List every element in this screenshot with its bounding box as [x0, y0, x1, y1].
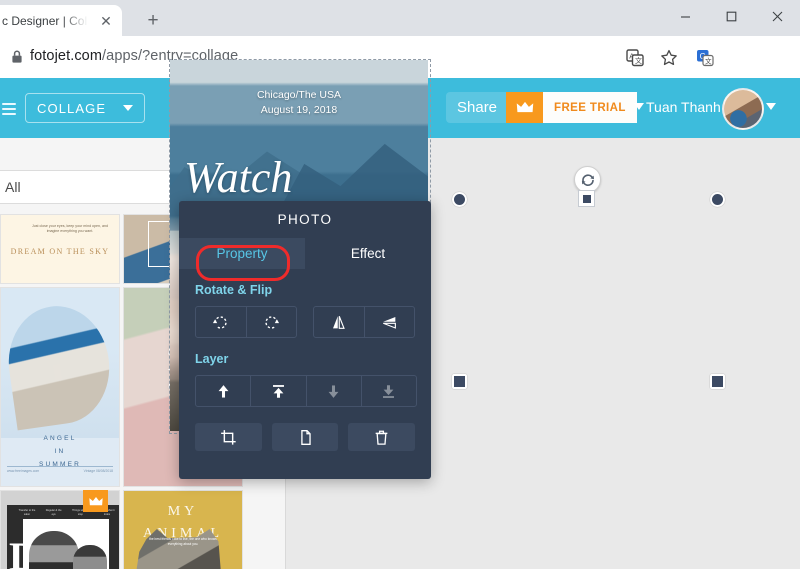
poster-script-line-1: Watch [184, 153, 293, 202]
duplicate-button[interactable] [271, 423, 339, 451]
layer-group [195, 375, 417, 407]
share-button-label: Share [457, 99, 498, 116]
rotate-icon [581, 173, 594, 186]
rotate-handle[interactable] [574, 166, 601, 193]
crop-button[interactable] [195, 423, 262, 451]
user-avatar[interactable] [722, 88, 764, 130]
template-footer-right: Vintage 08/08/2018 [83, 469, 113, 473]
send-backward-icon [328, 384, 339, 398]
template-caption: Just close your eyes, keep your mind ope… [31, 224, 109, 234]
template-card[interactable]: Just close your eyes, keep your mind ope… [0, 214, 120, 284]
resize-handle-middle-right[interactable] [710, 374, 725, 389]
avatar-chevron-down-icon[interactable] [766, 103, 776, 110]
chevron-down-icon[interactable] [634, 103, 644, 110]
template-line-2: IN [54, 448, 66, 455]
template-col-2: Regular & the eye [45, 509, 62, 517]
mode-selector-collage[interactable]: COLLAGE [25, 93, 145, 123]
poster-date: August 19, 2018 [260, 104, 338, 117]
duplicate-icon [300, 429, 311, 445]
delete-button[interactable] [348, 423, 416, 451]
tab-effect[interactable]: Effect [305, 238, 431, 269]
bring-forward-icon [218, 384, 229, 398]
template-dark-bg: Transfer to the salon Regular & the eye … [7, 505, 119, 569]
send-to-back-button[interactable] [362, 376, 416, 406]
section-label-layer: Layer [195, 352, 229, 366]
browser-tab-strip: c Designer | Collage ✕ + [0, 0, 800, 36]
chevron-down-icon [123, 105, 133, 111]
template-col-1: Transfer to the salon [18, 509, 36, 517]
rotate-right-button[interactable] [247, 307, 297, 337]
svg-text:文: 文 [705, 56, 712, 65]
template-line-1: ANGEL [43, 435, 77, 442]
flip-vertical-button[interactable] [365, 307, 415, 337]
crown-badge[interactable] [506, 92, 544, 123]
template-card[interactable]: MY ANIMAL the best friends I like to liv… [123, 490, 243, 569]
flip-horizontal-button[interactable] [314, 307, 365, 337]
free-trial-button[interactable]: FREE TRIAL [543, 92, 637, 123]
library-filter-label: All [5, 179, 21, 195]
mode-selector-label: COLLAGE [37, 100, 107, 116]
browser-tab[interactable]: c Designer | Collage ✕ [0, 5, 122, 36]
panel-title: PHOTO [277, 212, 333, 227]
rotate-group [195, 306, 297, 338]
template-line-1: MY [167, 504, 199, 519]
share-free-trial-group[interactable]: Share FREE TRIAL [446, 92, 637, 123]
resize-handle-middle-left[interactable] [452, 374, 467, 389]
window-maximize-button[interactable] [708, 0, 754, 33]
window-close-button[interactable] [754, 0, 800, 33]
poster-location-block: Chicago/The USA August 19, 2018 [170, 88, 428, 118]
rotate-right-icon [265, 315, 279, 329]
template-footer: www.freeimages.com Vintage 08/08/2018 [7, 466, 113, 477]
template-portrait-a [29, 531, 79, 569]
poster-location: Chicago/The USA [256, 89, 342, 101]
crop-icon [220, 429, 236, 445]
premium-crown-badge [83, 490, 108, 512]
tab-close-icon[interactable]: ✕ [98, 13, 114, 29]
svg-text:文: 文 [635, 56, 642, 65]
panel-tabs: Property Effect [179, 238, 431, 269]
rotate-flip-row [195, 306, 415, 338]
resize-handle-top-center[interactable] [578, 190, 595, 207]
flip-vertical-icon [382, 316, 396, 329]
bring-forward-button[interactable] [196, 376, 252, 406]
star-icon[interactable] [656, 45, 682, 71]
extension-icon[interactable]: G 文 [692, 45, 718, 71]
panel-body: Rotate & Flip Layer [179, 269, 431, 451]
section-label-rotate-flip: Rotate & Flip [195, 283, 273, 297]
window-controls [662, 0, 800, 33]
flip-group [313, 306, 415, 338]
resize-handle-top-right[interactable] [710, 192, 725, 207]
flip-horizontal-icon [333, 315, 346, 329]
send-backward-button[interactable] [307, 376, 362, 406]
delete-icon [375, 430, 388, 445]
template-footer-left: www.freeimages.com [7, 469, 40, 473]
rotate-left-icon [213, 315, 227, 329]
tab-title: c Designer | Collage [2, 13, 88, 28]
template-title: DREAM ON THE SKY [10, 247, 110, 256]
window-minimize-button[interactable] [662, 0, 708, 33]
new-tab-button[interactable]: + [140, 8, 166, 34]
user-name-label[interactable]: Tuan Thanh [646, 99, 721, 115]
url-domain: fotojet.com [30, 48, 103, 64]
bring-to-front-button[interactable] [251, 376, 307, 406]
browser-window: c Designer | Collage ✕ + fotojet.com/app… [0, 0, 800, 569]
hamburger-icon[interactable] [2, 100, 16, 118]
translate-icon[interactable]: A 文 [622, 45, 648, 71]
template-subtitle: the best friends I like to live, the one… [149, 537, 217, 547]
tab-property[interactable]: Property [179, 238, 305, 269]
crown-icon [88, 496, 103, 505]
send-to-back-icon [383, 384, 395, 398]
resize-handle-top-left[interactable] [452, 192, 467, 207]
photo-actions-row [195, 423, 416, 451]
template-card[interactable]: ANGEL IN SUMMER www.freeimages.com Vinta… [0, 287, 120, 487]
crown-icon [516, 101, 533, 113]
lock-icon [10, 49, 24, 65]
photo-property-panel: PHOTO Property Effect Rotate & Flip Laye… [179, 201, 431, 479]
template-portrait-b [73, 545, 107, 569]
rotate-left-button[interactable] [196, 307, 247, 337]
bring-to-front-icon [272, 384, 284, 398]
